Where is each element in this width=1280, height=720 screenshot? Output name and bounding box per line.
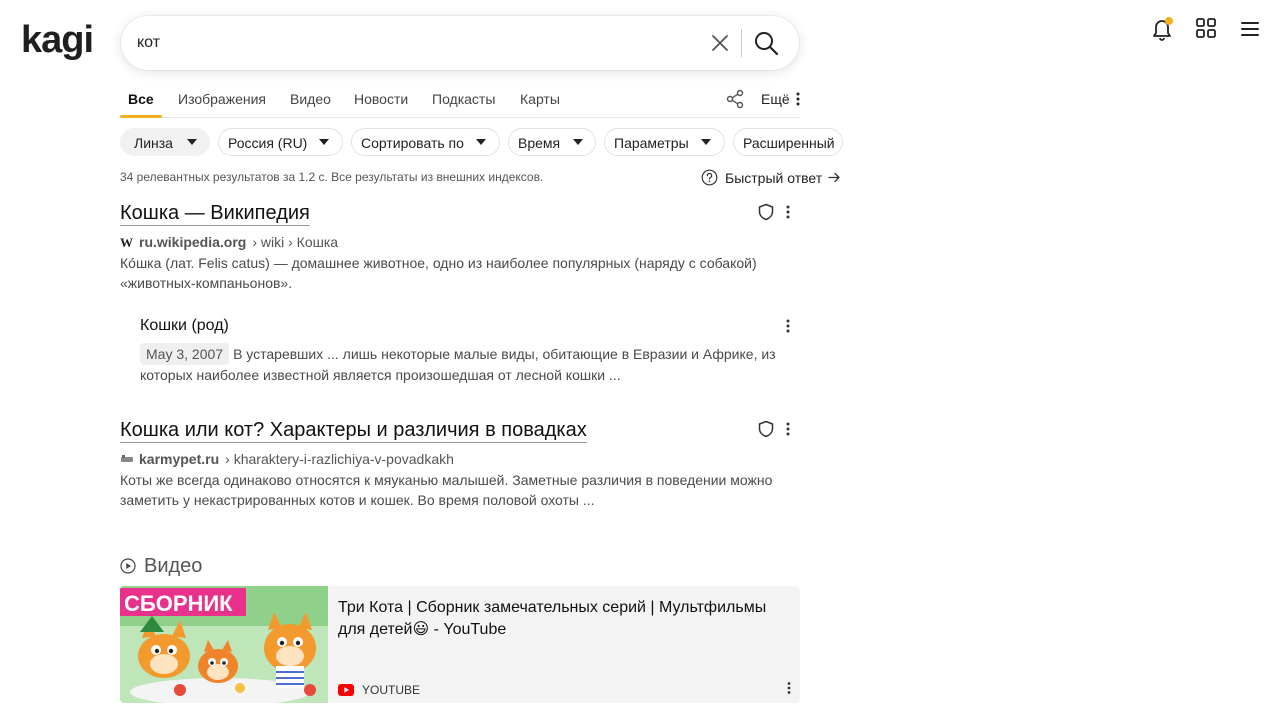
filter-time[interactable]: Время bbox=[508, 128, 596, 156]
result-url[interactable]: karmypet.ru › kharaktery-i-razlichiya-v-p… bbox=[120, 451, 454, 467]
filter-sort[interactable]: Сортировать по bbox=[351, 128, 500, 156]
more-vertical-icon[interactable] bbox=[786, 204, 790, 220]
result-domain: ru.wikipedia.org bbox=[139, 234, 247, 250]
more-vertical-icon[interactable] bbox=[787, 681, 791, 695]
search-box bbox=[121, 16, 799, 70]
result-title-link[interactable]: Кошка или кот? Характеры и различия в по… bbox=[120, 418, 587, 443]
filter-region[interactable]: Россия (RU) bbox=[218, 128, 343, 156]
caret-down-icon bbox=[573, 139, 583, 145]
result-url[interactable]: W ru.wikipedia.org › wiki › Кошка bbox=[120, 234, 338, 250]
filter-params-label: Параметры bbox=[614, 135, 689, 151]
search-input[interactable] bbox=[137, 30, 677, 56]
video-source: YOUTUBE bbox=[338, 683, 420, 697]
sub-result-text: В устаревших ... лишь некоторые малые ви… bbox=[140, 346, 776, 383]
sub-result-snippet: May 3, 2007 В устаревших ... лишь некотор… bbox=[140, 343, 790, 385]
search-tabs: Все Изображения Видео Новости Подкасты К… bbox=[120, 84, 800, 118]
filter-lens[interactable]: Линза bbox=[120, 128, 210, 156]
caret-down-icon bbox=[187, 139, 197, 145]
notifications-button[interactable] bbox=[1150, 16, 1174, 42]
filter-lens-label: Линза bbox=[134, 135, 173, 151]
arrow-right-icon bbox=[828, 172, 840, 183]
result-path: › wiki › Кошка bbox=[252, 234, 339, 250]
filter-region-label: Россия (RU) bbox=[228, 135, 308, 151]
search-icon[interactable] bbox=[751, 28, 781, 58]
tab-video[interactable]: Видео bbox=[290, 91, 331, 107]
help-circle-icon bbox=[701, 169, 718, 186]
quick-answer-label: Быстрый ответ bbox=[725, 170, 823, 186]
result-path: › kharaktery-i-razlichiya-v-povadkakh bbox=[225, 451, 454, 467]
results-stats: 34 релевантных результатов за 1.2 с. Все… bbox=[120, 170, 544, 184]
caret-down-icon bbox=[319, 139, 329, 145]
date-badge: May 3, 2007 bbox=[140, 343, 230, 365]
tab-all[interactable]: Все bbox=[128, 91, 154, 107]
search-result: Кошка — Википедия W ru.wikipedia.org › wi… bbox=[120, 201, 800, 301]
shield-icon[interactable] bbox=[757, 203, 775, 221]
grid-icon[interactable] bbox=[1195, 17, 1217, 39]
search-divider bbox=[741, 29, 742, 57]
tab-images[interactable]: Изображения bbox=[178, 91, 266, 107]
result-domain: karmypet.ru bbox=[139, 451, 220, 467]
sub-result-title-link[interactable]: Кошки (род) bbox=[140, 317, 229, 335]
sub-result: Кошки (род) May 3, 2007 В устаревших ... … bbox=[140, 317, 800, 387]
hamburger-icon[interactable] bbox=[1239, 18, 1261, 40]
shield-icon[interactable] bbox=[757, 420, 775, 438]
play-circle-icon bbox=[120, 558, 136, 574]
share-icon[interactable] bbox=[725, 89, 745, 109]
result-title-link[interactable]: Кошка — Википедия bbox=[120, 201, 310, 226]
filter-advanced-label: Расширенный bbox=[743, 135, 835, 151]
tab-news[interactable]: Новости bbox=[354, 91, 408, 107]
video-section-title: Видео bbox=[144, 555, 203, 577]
active-tab-indicator bbox=[120, 115, 162, 118]
video-card[interactable]: СБОРНИК Три Кота | Сборник замечательных… bbox=[120, 586, 800, 703]
kagi-logo[interactable]: kagi bbox=[21, 18, 101, 62]
clear-icon[interactable] bbox=[708, 31, 732, 55]
wikipedia-favicon-icon: W bbox=[120, 235, 133, 249]
result-snippet: Ко́шка (лат. Felis catus) — домашнее жив… bbox=[120, 255, 757, 291]
notification-badge bbox=[1165, 17, 1173, 25]
youtube-icon bbox=[338, 684, 354, 696]
video-thumbnail[interactable]: СБОРНИК bbox=[120, 586, 328, 703]
result-snippet: Коты же всегда одинаково относятся к мяу… bbox=[120, 472, 773, 508]
caret-down-icon bbox=[701, 139, 711, 145]
caret-down-icon bbox=[476, 139, 486, 145]
svg-text:СБОРНИК: СБОРНИК bbox=[124, 591, 233, 616]
search-result: Кошка или кот? Характеры и различия в по… bbox=[120, 418, 800, 518]
video-source-label: YOUTUBE bbox=[362, 683, 421, 697]
svg-text:kagi: kagi bbox=[21, 19, 93, 61]
svg-text:W: W bbox=[120, 235, 133, 249]
video-title[interactable]: Три Кота | Сборник замечательных серий |… bbox=[338, 597, 788, 641]
tab-more[interactable]: Ещё bbox=[761, 91, 790, 107]
tab-maps[interactable]: Карты bbox=[520, 91, 560, 107]
more-vertical-icon[interactable] bbox=[786, 421, 790, 437]
more-vertical-icon[interactable] bbox=[786, 318, 790, 334]
filter-sort-label: Сортировать по bbox=[361, 135, 464, 151]
filter-time-label: Время bbox=[518, 135, 561, 151]
filter-advanced[interactable]: Расширенный bbox=[733, 128, 843, 156]
karmypet-favicon-icon bbox=[121, 455, 133, 462]
filter-params[interactable]: Параметры bbox=[604, 128, 725, 156]
tab-podcasts[interactable]: Подкасты bbox=[432, 91, 495, 107]
more-vertical-icon[interactable] bbox=[796, 91, 800, 107]
